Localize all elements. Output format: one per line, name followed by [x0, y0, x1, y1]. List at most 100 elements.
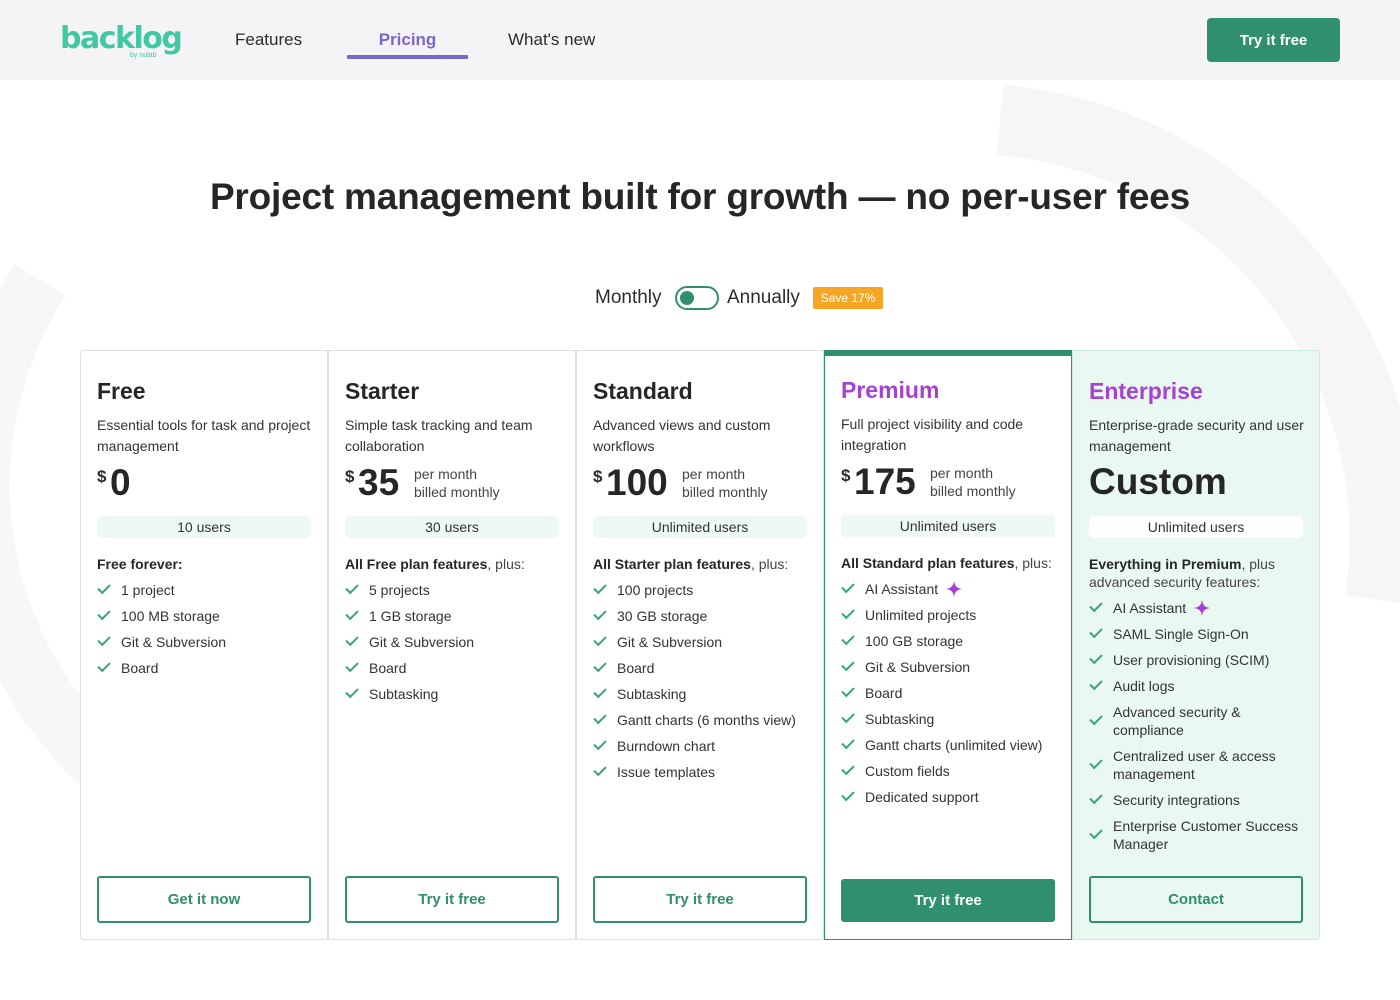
feature-list: AI Assistant Unlimited projects 100 GB s…: [841, 576, 1069, 810]
check-icon: [593, 736, 607, 751]
feature-label: Advanced security & compliance: [1113, 704, 1241, 738]
plan-card-standard: Standard Advanced views and custom workf…: [576, 350, 824, 940]
contact-button[interactable]: Contact: [1089, 876, 1303, 923]
check-icon: [345, 684, 359, 699]
price-period: per month billed monthly: [682, 465, 768, 501]
check-icon: [1089, 598, 1103, 613]
check-icon: [1089, 711, 1103, 726]
billing-toggle[interactable]: [675, 286, 719, 310]
period-line: per month: [682, 466, 746, 482]
nav-whats-new-link[interactable]: What's new: [508, 30, 595, 50]
plan-card-premium: Premium Full project visibility and code…: [824, 350, 1072, 940]
backlog-logo[interactable]: backlog by nulab: [60, 22, 183, 62]
check-icon: [1089, 624, 1103, 639]
feature-item: Board: [593, 655, 821, 681]
feature-item: 1 GB storage: [345, 603, 573, 629]
price-custom: Custom: [1089, 461, 1227, 502]
users-badge: 10 users: [97, 516, 311, 538]
users-badge: Unlimited users: [1089, 516, 1303, 538]
try-it-free-button[interactable]: Try it free: [593, 876, 807, 923]
feature-item: Git & Subversion: [97, 629, 325, 655]
feature-label: User provisioning (SCIM): [1113, 652, 1270, 668]
currency-symbol: $: [841, 466, 851, 485]
feature-label: 5 projects: [369, 582, 430, 598]
feature-item: User provisioning (SCIM): [1089, 647, 1317, 673]
sparkle-icon: [1194, 599, 1211, 617]
plan-price: $ 35 per month billed monthly: [345, 463, 565, 503]
feature-label: 30 GB storage: [617, 608, 708, 624]
feature-item: Board: [345, 655, 573, 681]
feature-list: 5 projects 1 GB storage Git & Subversion…: [345, 577, 573, 707]
feature-item: Git & Subversion: [345, 629, 573, 655]
feature-item: 100 GB storage: [841, 628, 1069, 654]
price-amount: 35: [358, 462, 400, 503]
currency-symbol: $: [97, 467, 107, 486]
feature-label: Git & Subversion: [121, 634, 227, 650]
feature-item: Git & Subversion: [593, 629, 821, 655]
feature-item: Gantt charts (6 months view): [593, 707, 821, 733]
billing-annually-label[interactable]: Annually: [727, 287, 800, 309]
check-icon: [841, 709, 855, 724]
check-icon: [345, 658, 359, 673]
nav-pricing-link[interactable]: Pricing: [347, 30, 468, 50]
feature-label: AI Assistant: [865, 581, 939, 597]
plan-card-free: Free Essential tools for task and projec…: [80, 350, 328, 940]
check-icon: [841, 631, 855, 646]
feature-label: SAML Single Sign-On: [1113, 626, 1249, 642]
feature-item: Burndown chart: [593, 733, 821, 759]
check-icon: [593, 606, 607, 621]
features-intro-bold: All Starter plan features: [593, 556, 751, 572]
billing-monthly-label[interactable]: Monthly: [595, 287, 662, 309]
feature-item: Subtasking: [593, 681, 821, 707]
users-badge: 30 users: [345, 516, 559, 538]
feature-label: Unlimited projects: [865, 607, 977, 623]
try-it-free-button[interactable]: Try it free: [345, 876, 559, 923]
currency-symbol: $: [345, 467, 355, 486]
feature-label: Subtasking: [617, 686, 687, 702]
page-headline: Project management built for growth — no…: [209, 176, 1191, 217]
logo-byline: by nulab: [130, 52, 157, 59]
feature-label: 1 GB storage: [369, 608, 452, 624]
header-try-free-button[interactable]: Try it free: [1207, 18, 1340, 62]
feature-item: AI Assistant: [841, 576, 1069, 602]
features-intro: Free forever:: [97, 555, 311, 573]
feature-item: 30 GB storage: [593, 603, 821, 629]
features-intro-bold: All Standard plan features: [841, 555, 1015, 571]
feature-label: Audit logs: [1113, 678, 1175, 694]
users-badge: Unlimited users: [841, 515, 1055, 537]
check-icon: [1089, 825, 1103, 840]
feature-item: 1 project: [97, 577, 325, 603]
features-intro-bold: Free forever:: [97, 556, 183, 572]
billing-line: billed monthly: [414, 484, 500, 500]
check-icon: [97, 658, 111, 673]
feature-item: AI Assistant: [1089, 595, 1317, 621]
feature-label: Enterprise Customer Success Manager: [1113, 818, 1299, 852]
features-intro-rest: , plus:: [1014, 555, 1052, 571]
check-icon: [593, 684, 607, 699]
feature-item: Custom fields: [841, 758, 1069, 784]
save-badge: Save 17%: [813, 287, 883, 309]
check-icon: [1089, 676, 1103, 691]
price-amount: 175: [854, 461, 916, 502]
feature-item: Unlimited projects: [841, 602, 1069, 628]
plan-name: Premium: [841, 377, 940, 403]
features-intro: All Free plan features, plus:: [345, 555, 559, 573]
check-icon: [841, 605, 855, 620]
plan-card-starter: Starter Simple task tracking and team co…: [328, 350, 576, 940]
feature-item: SAML Single Sign-On: [1089, 621, 1317, 647]
feature-item: Subtasking: [345, 681, 573, 707]
feature-label: Issue templates: [617, 764, 716, 780]
plan-description: Advanced views and custom workflows: [593, 417, 771, 454]
users-badge: Unlimited users: [593, 516, 807, 538]
feature-item: Advanced security & compliance: [1089, 699, 1317, 743]
feature-item: Centralized user & access management: [1089, 743, 1317, 787]
check-icon: [593, 710, 607, 725]
features-intro: All Standard plan features, plus:: [841, 554, 1055, 572]
check-icon: [841, 657, 855, 672]
try-it-free-button[interactable]: Try it free: [841, 879, 1055, 922]
get-it-now-button[interactable]: Get it now: [97, 876, 311, 923]
feature-label: 100 GB storage: [865, 633, 964, 649]
nav-features-link[interactable]: Features: [235, 30, 302, 50]
plan-description: Full project visibility and code integra…: [841, 416, 1024, 453]
feature-label: AI Assistant: [1113, 600, 1187, 616]
